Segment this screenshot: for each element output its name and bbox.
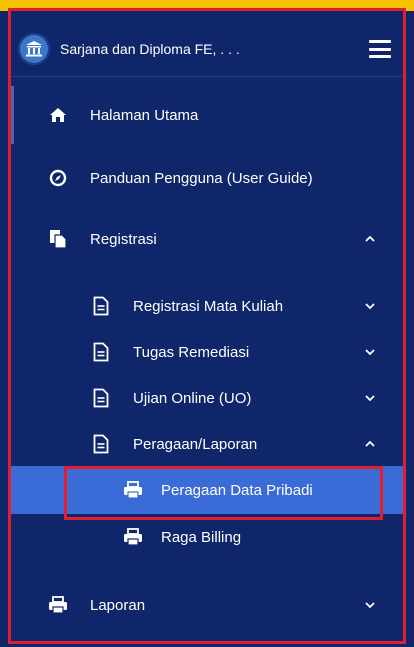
- submenu-item-label: Raga Billing: [161, 528, 242, 546]
- sidebar-brand: Sarjana dan Diploma FE, . . .: [18, 29, 395, 69]
- hamburger-icon[interactable]: [369, 40, 391, 58]
- menu-item-registrasi[interactable]: Registrasi: [11, 222, 406, 256]
- menu-item-label: Registrasi: [90, 230, 157, 248]
- submenu-item-peragaan-laporan[interactable]: Peragaan/Laporan: [11, 427, 406, 461]
- printer-icon: [121, 525, 145, 549]
- chevron-up-icon[interactable]: [364, 438, 376, 450]
- menu-item-label: Halaman Utama: [90, 106, 199, 124]
- menu-item-label: Laporan: [90, 596, 146, 614]
- submenu-item-peragaan-data-pribadi[interactable]: Peragaan Data Pribadi: [11, 473, 406, 507]
- submenu-item-label: Peragaan Data Pribadi: [161, 481, 313, 499]
- printer-icon: [46, 593, 70, 617]
- submenu-item-label: Registrasi Mata Kuliah: [133, 297, 284, 315]
- submenu-item-registrasi-mata-kuliah[interactable]: Registrasi Mata Kuliah: [11, 289, 406, 323]
- compass-icon: [46, 166, 70, 190]
- chevron-up-icon[interactable]: [364, 233, 376, 245]
- institution-icon: [18, 33, 50, 65]
- sidebar: Sarjana dan Diploma FE, . . . Halaman Ut…: [0, 0, 414, 647]
- submenu-item-label: Ujian Online (UO): [133, 389, 252, 407]
- submenu-item-tugas-remediasi[interactable]: Tugas Remediasi: [11, 335, 406, 369]
- file-icon: [89, 432, 113, 456]
- submenu-item-label: Tugas Remediasi: [133, 343, 250, 361]
- printer-icon: [121, 478, 145, 502]
- submenu-item-ujian-online[interactable]: Ujian Online (UO): [11, 381, 406, 415]
- chevron-down-icon[interactable]: [364, 346, 376, 358]
- menu-item-laporan[interactable]: Laporan: [11, 588, 406, 622]
- file-icon: [89, 340, 113, 364]
- copy-document-icon: [46, 227, 70, 251]
- file-icon: [89, 294, 113, 318]
- screenshot-frame: Sarjana dan Diploma FE, . . . Halaman Ut…: [0, 0, 414, 647]
- chevron-down-icon[interactable]: [364, 300, 376, 312]
- menu-item-label: Panduan Pengguna (User Guide): [90, 169, 313, 187]
- app-title: Sarjana dan Diploma FE, . . .: [60, 41, 240, 57]
- chevron-down-icon[interactable]: [364, 599, 376, 611]
- brand-divider: [10, 76, 406, 77]
- chevron-down-icon[interactable]: [364, 392, 376, 404]
- file-icon: [89, 386, 113, 410]
- top-accent-strip: [0, 0, 414, 11]
- home-icon: [46, 103, 70, 127]
- menu-item-home[interactable]: Halaman Utama: [11, 98, 406, 132]
- submenu-item-raga-billing[interactable]: Raga Billing: [11, 520, 406, 554]
- submenu-item-label: Peragaan/Laporan: [133, 435, 258, 453]
- menu-item-user-guide[interactable]: Panduan Pengguna (User Guide): [11, 161, 406, 195]
